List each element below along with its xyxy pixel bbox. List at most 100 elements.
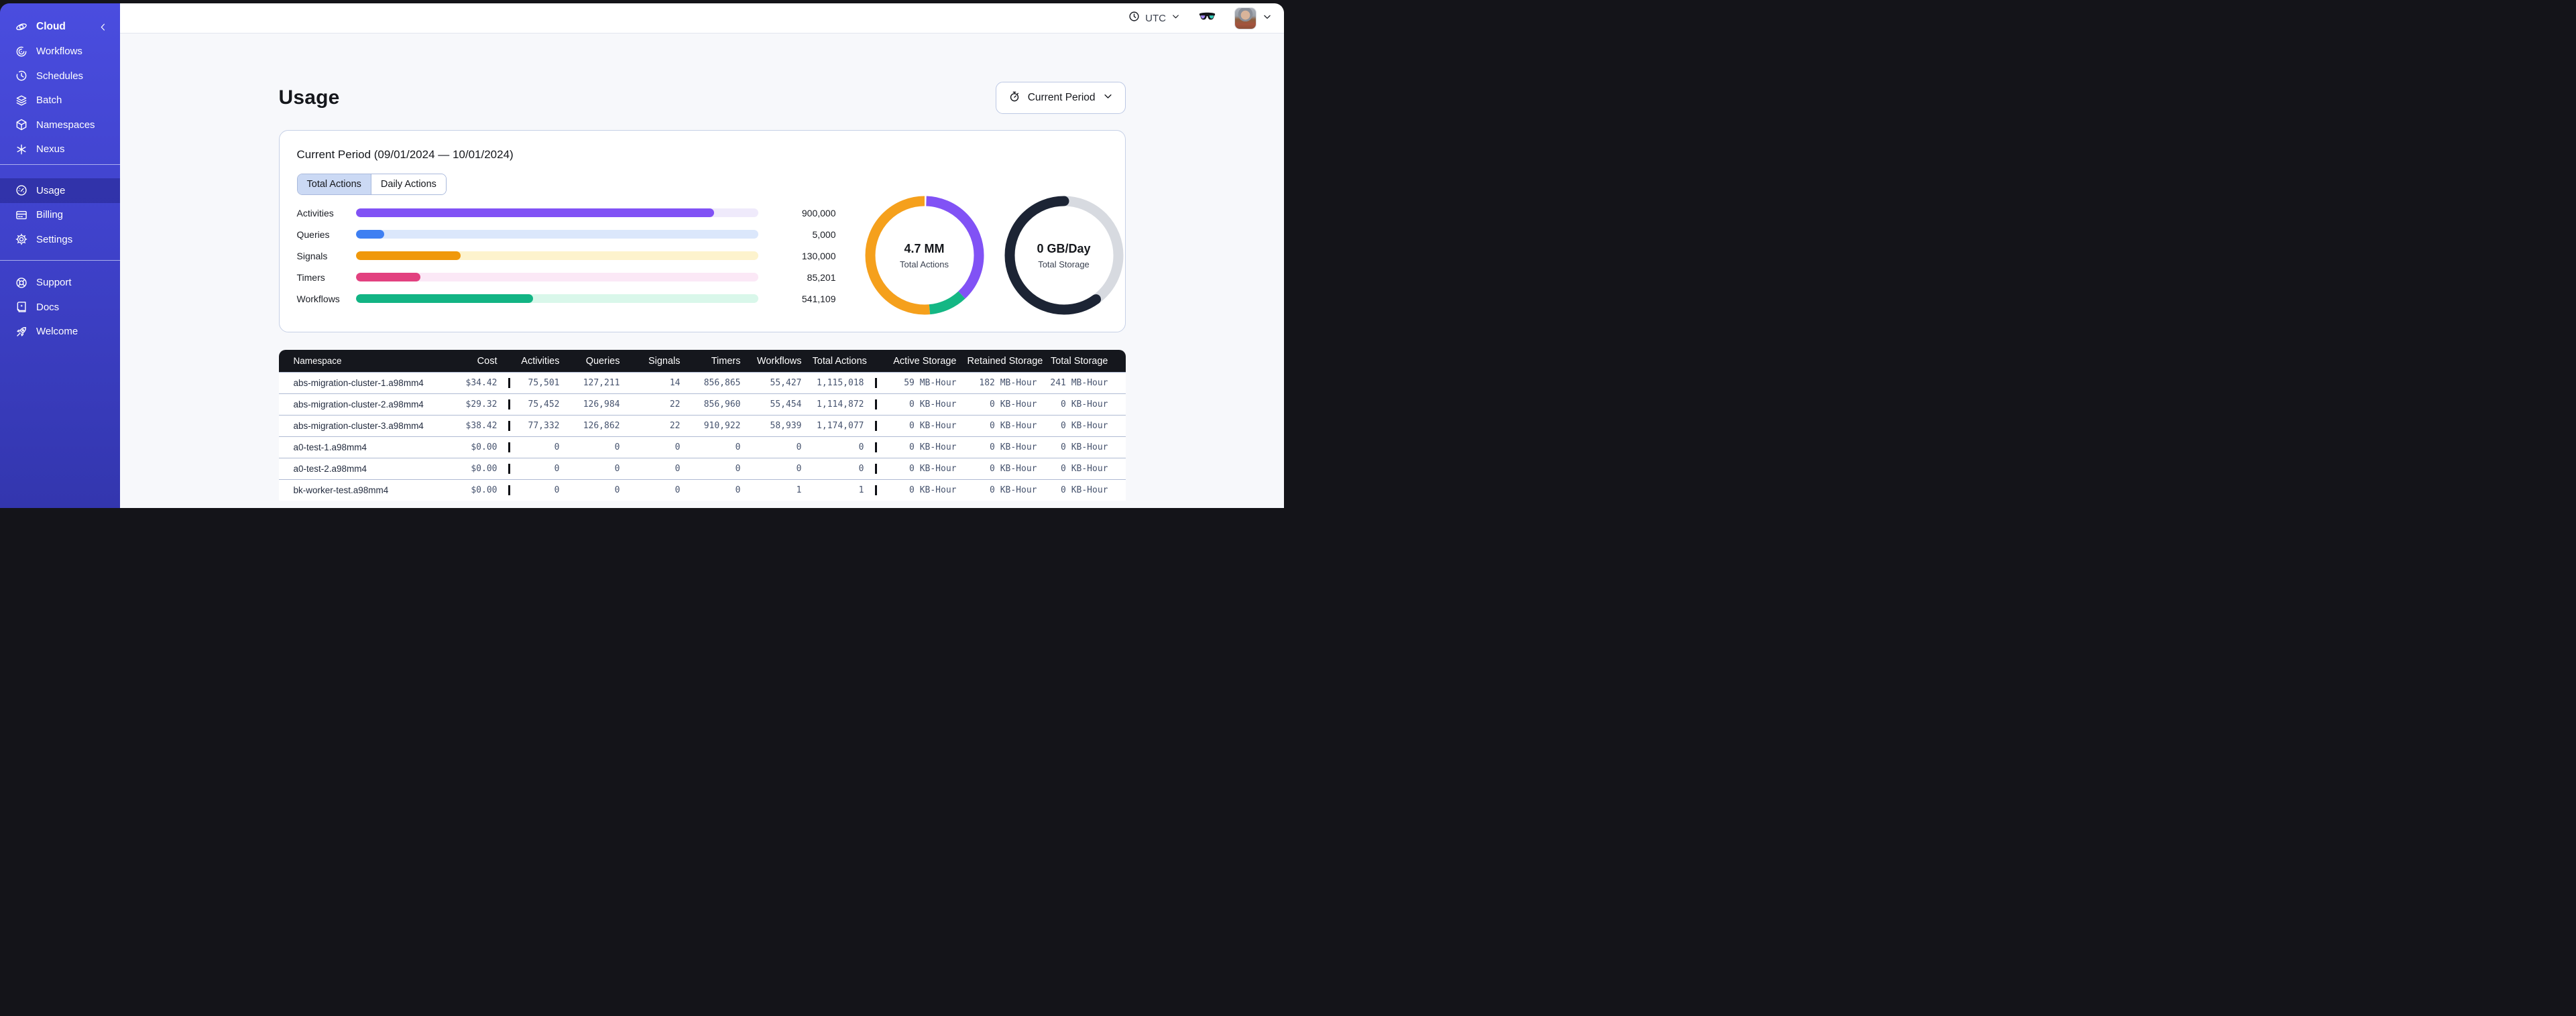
main-area: UTC Usage Current Period Current Period … — [120, 3, 1284, 508]
page-title: Usage — [278, 86, 340, 109]
bar-row-timers: Timers 85,201 — [296, 271, 836, 283]
col-activities: Activities — [521, 355, 560, 367]
cost-cell: $34.42 — [450, 378, 510, 388]
bar-track — [355, 230, 758, 239]
total-storage-cell: 0 KB-Hour — [1061, 485, 1108, 495]
card-title: Current Period (09/01/2024 — 10/01/2024) — [296, 148, 514, 161]
sidebar-item-label: Usage — [36, 184, 66, 196]
sidebar-item-namespaces[interactable]: Namespaces — [0, 113, 120, 137]
bar-value: 85,201 — [807, 271, 836, 283]
settings-gear-icon — [15, 233, 28, 246]
active-storage-cell: 0 KB-Hour — [909, 485, 957, 495]
total-actions-label: Total Actions — [900, 259, 949, 269]
queries-cell: 127,211 — [583, 378, 620, 388]
bar-label: Signals — [296, 250, 328, 261]
workflows-cell: 58,939 — [770, 421, 802, 431]
namespace-link[interactable]: abs-migration-cluster-3.a98mm4 — [294, 421, 424, 431]
tab-daily-actions[interactable]: Daily Actions — [370, 174, 446, 194]
sidebar-header-cloud[interactable]: Cloud — [0, 15, 120, 40]
timers-cell: 0 — [735, 485, 741, 495]
nexus-asterisk-icon — [15, 143, 28, 156]
period-selector-button[interactable]: Current Period — [995, 82, 1126, 114]
clock-icon — [1128, 11, 1140, 25]
namespace-link[interactable]: abs-migration-cluster-1.a98mm4 — [294, 378, 424, 388]
table-row: a0-test-1.a98mm4 $0.00 0 0 0 0 0 0 0 KB-… — [278, 436, 1126, 458]
col-timers: Timers — [711, 355, 741, 367]
total-storage-cell: 0 KB-Hour — [1061, 421, 1108, 431]
account-menu[interactable] — [1234, 7, 1272, 29]
sidebar-item-nexus[interactable]: Nexus — [0, 137, 120, 162]
bar-row-queries: Queries 5,000 — [296, 229, 836, 240]
col-total-storage: Total Storage — [1051, 355, 1108, 367]
activities-cell: 77,332 — [528, 421, 560, 431]
namespace-link[interactable]: a0-test-2.a98mm4 — [294, 464, 367, 474]
current-period-card: Current Period (09/01/2024 — 10/01/2024)… — [278, 130, 1126, 332]
namespace-link[interactable]: bk-worker-test.a98mm4 — [294, 485, 389, 495]
sidebar-item-label: Nexus — [36, 143, 65, 155]
sidebar-item-label: Support — [36, 277, 72, 289]
bar-label: Workflows — [296, 293, 340, 304]
actions-tabs: Total Actions Daily Actions — [296, 174, 447, 195]
sidebar-item-settings[interactable]: Settings — [0, 227, 120, 252]
cost-cell: $0.00 — [450, 464, 510, 474]
sidebar-item-label: Schedules — [36, 70, 84, 82]
total-storage-cell: 0 KB-Hour — [1061, 464, 1108, 474]
active-storage-cell: 0 KB-Hour — [909, 442, 957, 452]
sidebar-collapse-icon[interactable] — [96, 20, 109, 34]
sidebar-item-support[interactable]: Support — [0, 271, 120, 296]
chevron-down-icon — [1263, 12, 1272, 25]
sidebar-item-billing[interactable]: Billing — [0, 203, 120, 228]
signals-cell: 22 — [669, 421, 681, 431]
bar-row-workflows: Workflows 541,109 — [296, 293, 836, 304]
active-storage-cell: 0 KB-Hour — [909, 399, 957, 409]
namespace-link[interactable]: abs-migration-cluster-2.a98mm4 — [294, 399, 424, 409]
activities-cell: 75,501 — [528, 378, 560, 388]
tab-total-actions[interactable]: Total Actions — [297, 174, 371, 194]
active-storage-cell: 0 KB-Hour — [909, 421, 957, 431]
timers-cell: 0 — [735, 442, 741, 452]
table-row: abs-migration-cluster-1.a98mm4 $34.42 75… — [278, 372, 1126, 393]
total-actions-cell: 1,114,872 — [813, 399, 877, 409]
bar-value: 5,000 — [812, 229, 836, 240]
namespace-usage-table: Namespace Cost Activities Queries Signal… — [278, 350, 1126, 501]
cost-cell: $0.00 — [450, 485, 510, 495]
workflows-cell: 0 — [796, 442, 802, 452]
topbar: UTC — [120, 3, 1284, 34]
feedback-glasses-button[interactable] — [1198, 11, 1216, 25]
sidebar-item-usage[interactable]: Usage — [0, 178, 120, 203]
sidebar-item-welcome[interactable]: Welcome — [0, 320, 120, 344]
sidebar-item-schedules[interactable]: Schedules — [0, 64, 120, 88]
timezone-dropdown[interactable]: UTC — [1128, 11, 1180, 25]
signals-cell: 14 — [669, 378, 681, 388]
sidebar-divider — [0, 164, 120, 165]
signals-cell: 22 — [669, 399, 681, 409]
col-retained-storage: Retained Storage — [967, 355, 1043, 367]
total-storage-cell: 0 KB-Hour — [1061, 399, 1108, 409]
bar-fill — [355, 251, 461, 260]
sidebar-item-workflows[interactable]: Workflows — [0, 40, 120, 64]
sidebar-item-batch[interactable]: Batch — [0, 88, 120, 113]
namespace-link[interactable]: a0-test-1.a98mm4 — [294, 442, 367, 452]
user-avatar[interactable] — [1234, 7, 1256, 29]
total-actions-cell: 1,115,018 — [813, 378, 877, 388]
bar-track — [355, 208, 758, 217]
col-cost: Cost — [450, 355, 510, 367]
bar-label: Timers — [296, 271, 325, 283]
signals-cell: 0 — [675, 442, 681, 452]
sidebar-item-label: Namespaces — [36, 119, 95, 131]
bar-label: Queries — [296, 229, 330, 240]
bar-track — [355, 294, 758, 303]
bar-track — [355, 251, 758, 260]
bar-row-activities: Activities 900,000 — [297, 208, 836, 218]
timers-cell: 910,922 — [703, 421, 741, 431]
retained-storage-cell: 0 KB-Hour — [990, 464, 1037, 474]
sidebar-item-docs[interactable]: Docs — [0, 295, 120, 320]
sidebar: Cloud Workflows Schedules Batch Namespac… — [0, 3, 120, 508]
retained-storage-cell: 0 KB-Hour — [990, 485, 1037, 495]
temporal-cloud-logo-icon — [15, 20, 28, 34]
activities-cell: 0 — [554, 464, 560, 474]
queries-cell: 0 — [614, 485, 620, 495]
bar-row-signals: Signals 130,000 — [296, 250, 836, 261]
total-storage-cell: 0 KB-Hour — [1061, 442, 1108, 452]
col-signals: Signals — [648, 355, 681, 367]
